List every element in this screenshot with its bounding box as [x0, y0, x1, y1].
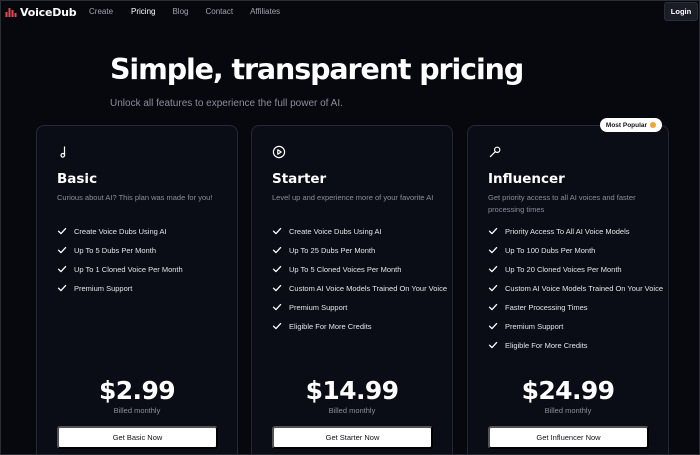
nav-link-blog[interactable]: Blog [172, 7, 188, 16]
feature-item: Up To 1 Cloned Voice Per Month [57, 264, 235, 275]
plan-card-influencer: Influencer Get priority access to all AI… [467, 125, 669, 454]
feature-item: Create Voice Dubs Using AI [57, 226, 235, 237]
check-icon [272, 264, 282, 274]
nav-link-pricing[interactable]: Pricing [131, 7, 155, 16]
feature-text: Premium Support [74, 284, 133, 293]
check-icon [488, 226, 498, 236]
check-icon [488, 283, 498, 293]
feature-list: Create Voice Dubs Using AI Up To 25 Dubs… [272, 226, 450, 340]
plan-card-starter: Starter Level up and experience more of … [251, 125, 453, 454]
feature-item: Up To 5 Cloned Voices Per Month [272, 264, 450, 275]
music-note-icon [57, 145, 71, 159]
feature-item: Eligible For More Credits [488, 340, 666, 351]
get-basic-button[interactable]: Get Basic Now [57, 426, 218, 449]
billing-period: Billed monthly [544, 406, 592, 415]
page-title: Simple, transparent pricing [110, 53, 524, 86]
feature-item: Premium Support [57, 283, 235, 294]
check-icon [57, 283, 67, 293]
plan-price: $14.99 [305, 376, 399, 405]
feature-text: Up To 20 Cloned Voices Per Month [505, 265, 622, 274]
check-icon [57, 226, 67, 236]
badge-label: Most Popular [605, 121, 648, 129]
get-influencer-button[interactable]: Get Influencer Now [488, 426, 649, 449]
nav-link-affiliates[interactable]: Affiliates [250, 7, 280, 16]
nav-links: Create Pricing Blog Contact Affiliates [89, 7, 280, 16]
check-icon [272, 283, 282, 293]
plan-card-basic: Basic Curious about AI? This plan was ma… [36, 125, 238, 454]
brand-name: VoiceDub [20, 5, 77, 19]
plan-description: Level up and experience more of your fav… [272, 193, 434, 202]
feature-text: Priority Access To All AI Voice Models [505, 227, 630, 236]
check-icon [57, 264, 67, 274]
feature-item: Eligible For More Credits [272, 321, 450, 332]
feature-item: Priority Access To All AI Voice Models [488, 226, 666, 237]
plan-description: Curious about AI? This plan was made for… [57, 193, 213, 202]
feature-item: Up To 25 Dubs Per Month [272, 245, 450, 256]
check-icon [272, 321, 282, 331]
check-icon [272, 226, 282, 236]
plan-price: $2.99 [98, 376, 176, 405]
top-nav: VoiceDub Create Pricing Blog Contact Aff… [1, 1, 699, 23]
feature-item: Premium Support [272, 302, 450, 313]
feature-text: Up To 5 Cloned Voices Per Month [289, 265, 402, 274]
feature-item: Premium Support [488, 321, 666, 332]
feature-list: Priority Access To All AI Voice Models U… [488, 226, 666, 359]
feature-text: Custom AI Voice Models Trained On Your V… [505, 284, 664, 293]
feature-text: Faster Processing Times [505, 303, 588, 312]
feature-text: Premium Support [505, 322, 564, 331]
feature-item: Create Voice Dubs Using AI [272, 226, 450, 237]
brand-logo[interactable]: VoiceDub [5, 5, 77, 19]
sparkle-icon [650, 122, 657, 128]
nav-link-contact[interactable]: Contact [205, 7, 233, 16]
voicedub-logo-icon [5, 8, 17, 17]
feature-text: Up To 5 Dubs Per Month [74, 246, 156, 255]
billing-period: Billed monthly [328, 406, 376, 415]
page: VoiceDub Create Pricing Blog Contact Aff… [0, 0, 700, 455]
play-circle-icon [272, 145, 286, 159]
check-icon [488, 245, 498, 255]
feature-text: Eligible For More Credits [505, 341, 588, 350]
get-starter-button[interactable]: Get Starter Now [272, 426, 433, 449]
billing-period: Billed monthly [113, 406, 161, 415]
microphone-icon [488, 145, 502, 159]
feature-text: Create Voice Dubs Using AI [289, 227, 382, 236]
most-popular-badge: Most Popular [600, 118, 662, 132]
plan-name: Influencer [488, 171, 565, 187]
check-icon [488, 340, 498, 350]
feature-text: Up To 100 Dubs Per Month [505, 246, 596, 255]
feature-text: Premium Support [289, 303, 348, 312]
feature-item: Up To 100 Dubs Per Month [488, 245, 666, 256]
check-icon [488, 321, 498, 331]
check-icon [272, 302, 282, 312]
check-icon [57, 245, 67, 255]
feature-item: Up To 20 Cloned Voices Per Month [488, 264, 666, 275]
feature-text: Up To 1 Cloned Voice Per Month [74, 265, 183, 274]
nav-link-create[interactable]: Create [89, 7, 113, 16]
feature-text: Up To 25 Dubs Per Month [289, 246, 376, 255]
feature-item: Custom AI Voice Models Trained On Your V… [488, 283, 666, 294]
check-icon [272, 245, 282, 255]
feature-list: Create Voice Dubs Using AI Up To 5 Dubs … [57, 226, 235, 302]
feature-text: Custom AI Voice Models Trained On Your V… [289, 284, 448, 293]
feature-item: Faster Processing Times [488, 302, 666, 313]
plan-name: Starter [272, 171, 327, 187]
login-button[interactable]: Login [664, 2, 698, 21]
feature-text: Eligible For More Credits [289, 322, 372, 331]
plan-price: $24.99 [521, 376, 615, 405]
feature-text: Create Voice Dubs Using AI [74, 227, 167, 236]
check-icon [488, 264, 498, 274]
plan-description: Get priority access to all AI voices and… [488, 193, 636, 214]
page-subtitle: Unlock all features to experience the fu… [110, 98, 343, 109]
feature-item: Up To 5 Dubs Per Month [57, 245, 235, 256]
plan-name: Basic [57, 171, 98, 187]
feature-item: Custom AI Voice Models Trained On Your V… [272, 283, 450, 294]
check-icon [488, 302, 498, 312]
